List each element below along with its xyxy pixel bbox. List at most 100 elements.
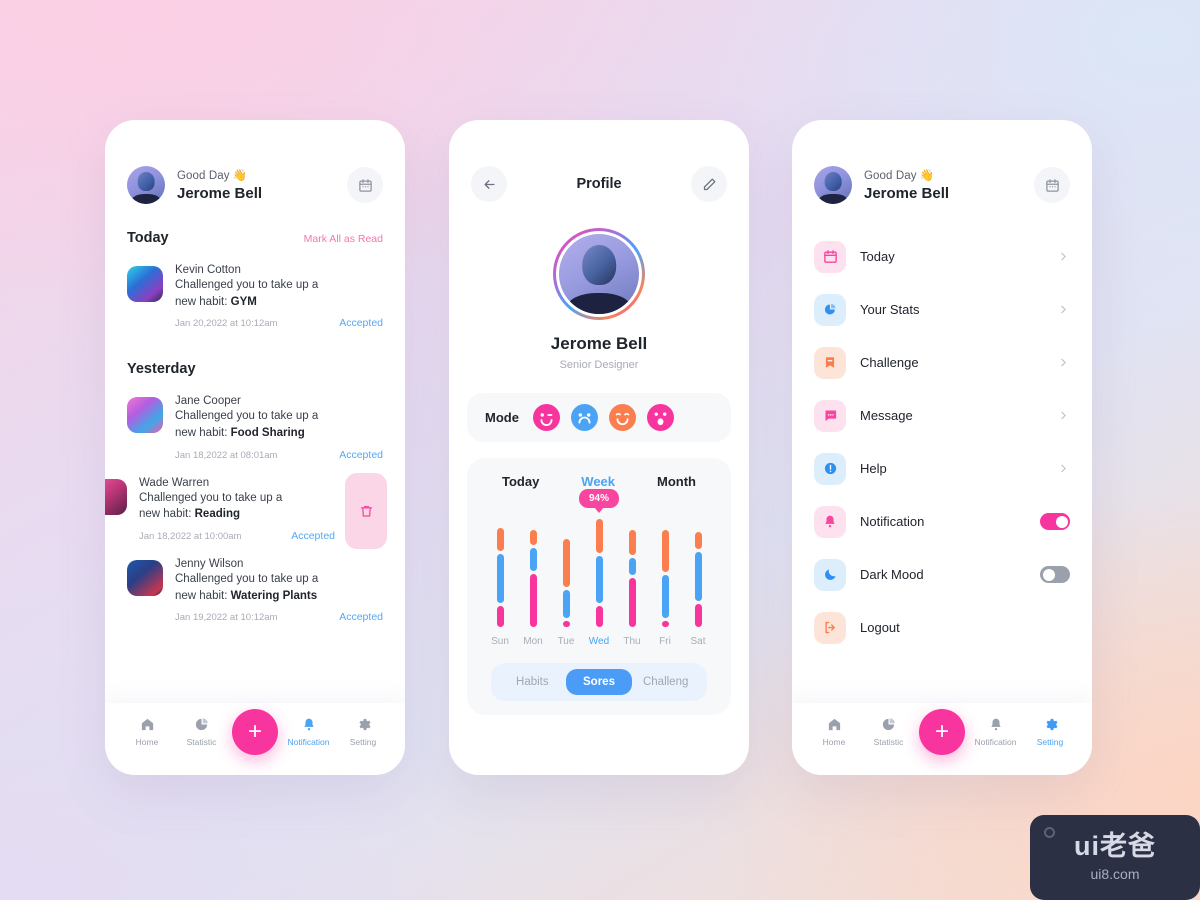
- notification-list-yesterday: Jane Cooper Challenged you to take up a …: [105, 385, 405, 629]
- nav-item-statistic[interactable]: Statistic: [178, 717, 226, 747]
- calendar-icon: [823, 250, 837, 263]
- tab-today[interactable]: Today: [502, 474, 539, 489]
- day-label-tue[interactable]: Tue: [553, 636, 579, 647]
- challenge-line1: Challenged you to take up a: [175, 573, 319, 586]
- add-button[interactable]: +: [919, 709, 965, 755]
- bar-segment-blue: [562, 590, 570, 618]
- bell-icon: [990, 718, 1001, 731]
- day-label-thu[interactable]: Thu: [619, 636, 645, 647]
- habit-name: GYM: [230, 295, 257, 308]
- emoji-wink[interactable]: [532, 404, 560, 431]
- mode-label: Mode: [485, 410, 519, 425]
- settings-label: Message: [860, 408, 913, 423]
- nav-label: Statistic: [873, 737, 904, 747]
- bar-stack: [694, 531, 702, 627]
- nav-item-notification[interactable]: Notification: [972, 717, 1020, 747]
- nav-label: Notification: [974, 737, 1017, 747]
- emoji-surprised[interactable]: [646, 404, 674, 431]
- settings-item-your-stats[interactable]: Your Stats: [814, 283, 1070, 336]
- bar-segment-pink: [661, 620, 669, 627]
- list-item[interactable]: Kevin Cotton Challenged you to take up a…: [105, 254, 405, 335]
- habit-name: Food Sharing: [230, 427, 305, 440]
- list-item[interactable]: Jenny Wilson Challenged you to take up a…: [105, 548, 405, 629]
- tab-month[interactable]: Month: [657, 474, 696, 489]
- bar-column-sat[interactable]: [685, 515, 711, 627]
- home-icon: [828, 718, 840, 731]
- app-header: Good Day 👋 Jerome Bell: [792, 120, 1092, 204]
- settings-item-notification[interactable]: Notification: [814, 495, 1070, 548]
- list-item[interactable]: Jane Cooper Challenged you to take up a …: [105, 385, 405, 466]
- settings-label: Logout: [860, 620, 900, 635]
- settings-item-dark-mood[interactable]: Dark Mood: [814, 548, 1070, 601]
- contact-thumbnail: [127, 397, 163, 434]
- day-label-wed[interactable]: Wed: [586, 636, 612, 647]
- dark-mood-toggle[interactable]: [1040, 566, 1070, 583]
- list-item-swiped[interactable]: Wade Warren Challenged you to take up a …: [105, 467, 405, 549]
- settings-screen: Good Day 👋 Jerome Bell Today Your Stats …: [792, 120, 1092, 775]
- tile: [814, 399, 846, 432]
- emoji-sad[interactable]: [570, 404, 598, 431]
- calendar-icon: [358, 178, 372, 192]
- challenge-line1: Challenged you to take up a: [139, 491, 283, 504]
- settings-item-today[interactable]: Today: [814, 230, 1070, 283]
- status-badge[interactable]: Accepted: [291, 530, 335, 542]
- bar-segment-blue: [628, 558, 636, 576]
- nav-item-home[interactable]: Home: [123, 717, 171, 747]
- bar-column-wed[interactable]: [586, 515, 612, 627]
- add-button[interactable]: +: [232, 709, 278, 755]
- nav-label: Home: [135, 737, 159, 747]
- bar-column-tue[interactable]: [553, 515, 579, 627]
- challenge-line2: new habit:: [175, 427, 231, 440]
- day-label-mon[interactable]: Mon: [520, 636, 546, 647]
- mark-all-read-button[interactable]: Mark All as Read: [304, 233, 383, 245]
- notification-toggle[interactable]: [1040, 513, 1070, 530]
- bar-segment-orange: [595, 519, 603, 554]
- settings-item-logout[interactable]: Logout: [814, 601, 1070, 654]
- chip-habits[interactable]: Habits: [499, 669, 566, 695]
- nav-label: Notification: [287, 737, 330, 747]
- chart-x-axis-labels: Sun Mon Tue Wed Thu Fri Sat: [481, 627, 717, 647]
- nav-item-statistic[interactable]: Statistic: [865, 717, 913, 747]
- delete-button[interactable]: [345, 472, 387, 549]
- user-name: Jerome Bell: [864, 185, 950, 202]
- nav-item-setting[interactable]: Setting: [339, 717, 387, 747]
- edit-button[interactable]: [691, 166, 727, 202]
- status-badge[interactable]: Accepted: [339, 611, 383, 623]
- bar-column-sun[interactable]: [487, 515, 513, 627]
- watermark: ui老爸 ui8.com: [1030, 815, 1200, 900]
- greeting-text: Good Day 👋: [864, 170, 935, 182]
- chart-bars: [481, 515, 717, 627]
- challenge-line2: new habit:: [139, 508, 195, 521]
- nav-item-setting[interactable]: Setting: [1026, 717, 1074, 747]
- emoji-sad-icon: [570, 404, 598, 431]
- day-label-fri[interactable]: Fri: [652, 636, 678, 647]
- chip-sores[interactable]: Sores: [565, 669, 633, 695]
- day-label-sat[interactable]: Sat: [685, 636, 711, 647]
- emoji-smile[interactable]: [608, 404, 636, 431]
- chip-challenge[interactable]: Challeng: [632, 669, 699, 695]
- tab-week[interactable]: Week: [581, 474, 615, 489]
- calendar-button[interactable]: [1034, 167, 1070, 203]
- bar-segment-pink: [562, 620, 570, 627]
- gear-icon: [1046, 718, 1057, 731]
- emoji-wink-icon: [532, 404, 560, 431]
- settings-item-message[interactable]: Message: [814, 389, 1070, 442]
- timestamp: Jan 20,2022 at 10:12am: [175, 318, 278, 330]
- day-label-sun[interactable]: Sun: [487, 636, 513, 647]
- status-badge[interactable]: Accepted: [339, 449, 383, 461]
- back-button[interactable]: [471, 166, 507, 202]
- settings-label: Help: [860, 461, 887, 476]
- notifications-screen: Good Day 👋 Jerome Bell Today Mark All as…: [105, 120, 405, 775]
- home-icon: [141, 718, 153, 731]
- chevron-right-icon: [1061, 252, 1066, 261]
- bar-column-fri[interactable]: [652, 515, 678, 627]
- bar-column-mon[interactable]: [520, 515, 546, 627]
- nav-item-home[interactable]: Home: [810, 717, 858, 747]
- contact-name: Kevin Cotton: [175, 264, 241, 276]
- settings-item-help[interactable]: Help: [814, 442, 1070, 495]
- status-badge[interactable]: Accepted: [339, 317, 383, 329]
- calendar-button[interactable]: [347, 167, 383, 203]
- nav-item-notification[interactable]: Notification: [285, 717, 333, 747]
- bar-column-thu[interactable]: [619, 515, 645, 627]
- settings-item-challenge[interactable]: Challenge: [814, 336, 1070, 389]
